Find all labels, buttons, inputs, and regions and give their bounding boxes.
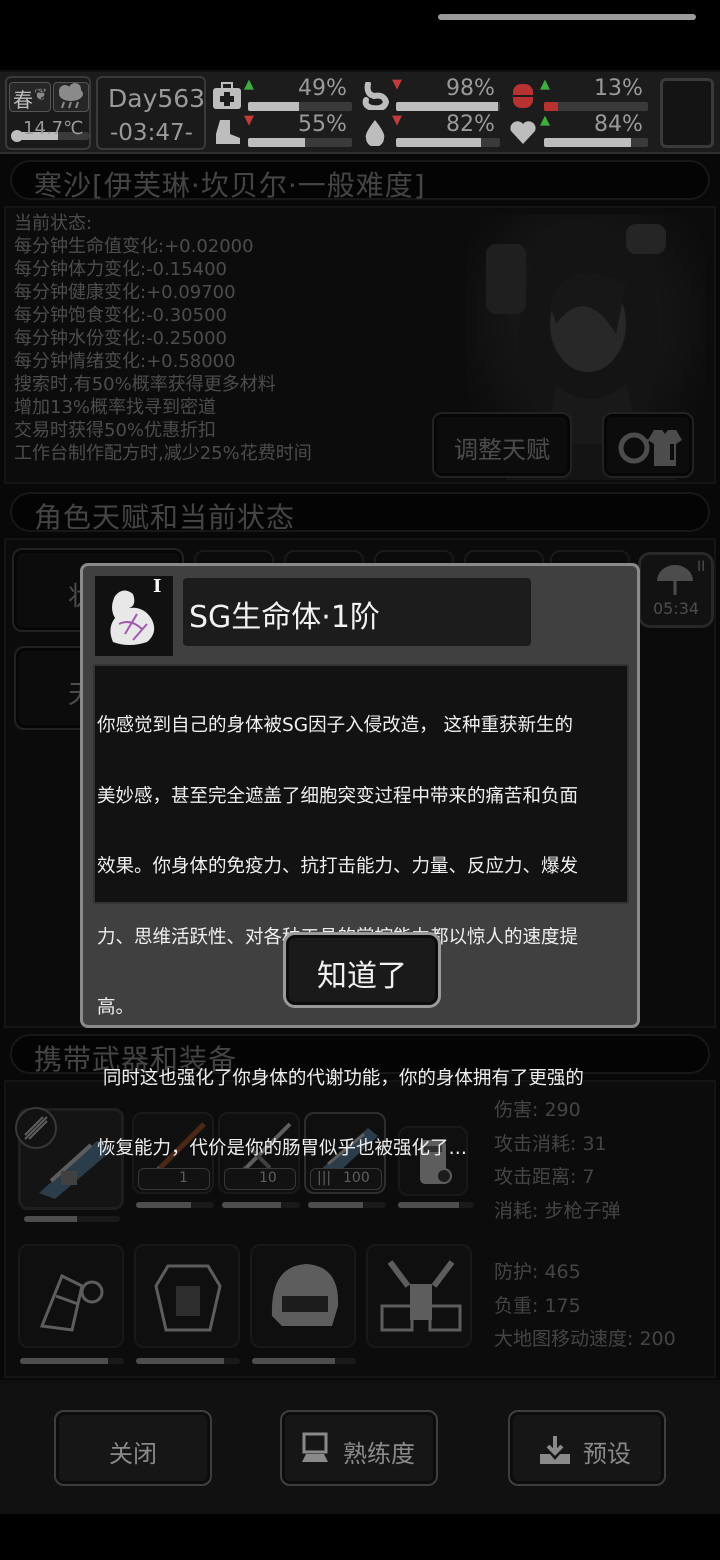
health-pct: 49%	[298, 76, 347, 101]
dialog-line: 同时这也强化了你身体的代谢功能，你的身体拥有了更强的	[97, 1067, 584, 1089]
mood-pct: 84%	[594, 112, 643, 137]
vital-mood: ▲ 84%	[508, 112, 656, 150]
vital-stamina: ▼ 55%	[212, 112, 360, 150]
health-bar	[248, 102, 352, 111]
heart-icon	[510, 121, 536, 144]
dialog-line: 恢复能力，代价是你的肠胃似乎也被强化了…	[97, 1138, 468, 1159]
dialog-title-box: SG生命体·1阶	[183, 578, 531, 646]
tier-badge: I	[153, 576, 162, 597]
close-button[interactable]: 关闭	[54, 1410, 212, 1486]
talent-dialog: I SG生命体·1阶 你感觉到自己的身体被SG因子入侵改造， 这种重获新生的 美…	[80, 563, 640, 1159]
dialog-line: 美妙感，甚至完全遮盖了细胞突变过程中带来的痛苦和负面	[97, 785, 579, 807]
trend-down-icon: ▼	[244, 113, 254, 128]
acknowledge-button[interactable]: 知道了	[283, 932, 441, 1008]
status-slot-button[interactable]	[660, 78, 714, 148]
bottom-bar: 关闭 熟练度 预设	[0, 1384, 720, 1514]
gesture-pill	[438, 14, 696, 20]
talent-icon-box: I	[95, 576, 173, 656]
boot-icon	[216, 120, 240, 144]
dialog-line: 你感觉到自己的身体被SG因子入侵改造， 这种重获新生的	[97, 715, 573, 736]
close-label: 关闭	[109, 1440, 157, 1468]
vital-health: ▲ 49%	[212, 76, 360, 114]
hunger-pct: 98%	[446, 76, 495, 101]
dialog-title: SG生命体·1阶	[189, 600, 380, 635]
preset-label: 预设	[583, 1440, 631, 1468]
proficiency-button[interactable]: 熟练度	[280, 1410, 438, 1486]
infection-pct: 13%	[594, 76, 643, 101]
vitals-grid: ▲ 49% ▼ 98% ▲ 13% ▼ 55% ▼ 82% ▲ 84%	[212, 76, 656, 150]
leaf-icon: ❦	[34, 85, 48, 104]
water-drop-icon	[365, 120, 385, 146]
dialog-line: 效果。你身体的免疫力、抗打击能力、力量、反应力、爆发	[97, 856, 579, 877]
infection-bar	[544, 102, 648, 111]
trend-up-icon: ▲	[244, 77, 254, 92]
season-badge: 春 ❦	[9, 82, 51, 112]
pill-icon	[513, 84, 533, 108]
season-label: 春	[13, 88, 33, 112]
vital-hunger: ▼ 98%	[360, 76, 508, 114]
navigation-bar	[0, 1514, 720, 1560]
trend-up-icon: ▲	[540, 77, 550, 92]
thirst-pct: 82%	[446, 112, 495, 137]
status-bar: 春 ❦ 14.7℃ Day563 -03:47- ▲ 49% ▼ 98% ▲ 1…	[0, 72, 720, 154]
trend-down-icon: ▼	[392, 113, 402, 128]
proficiency-label: 熟练度	[343, 1440, 415, 1468]
stamina-pct: 55%	[298, 112, 347, 137]
clock-time: -03:47-	[110, 120, 193, 146]
trend-up-icon: ▲	[540, 113, 550, 128]
day-time-panel: Day563 -03:47-	[96, 76, 206, 150]
medkit-icon	[213, 82, 241, 109]
thirst-bar	[396, 138, 500, 147]
mood-bar	[544, 138, 648, 147]
preset-button[interactable]: 预设	[508, 1410, 666, 1486]
temperature-value: 14.7℃	[23, 118, 84, 139]
vital-thirst: ▼ 82%	[360, 112, 508, 150]
vital-infection: ▲ 13%	[508, 76, 656, 114]
trend-down-icon: ▼	[392, 77, 402, 92]
hunger-bar	[396, 102, 500, 111]
stomach-icon	[362, 82, 390, 110]
dialog-body: 你感觉到自己的身体被SG因子入侵改造， 这种重获新生的 美妙感，甚至完全遮盖了细…	[93, 664, 629, 1159]
weather-panel: 春 ❦ 14.7℃	[5, 76, 91, 150]
stamina-bar	[248, 138, 352, 147]
rain-cloud-icon	[53, 82, 89, 112]
day-counter: Day563	[108, 84, 206, 113]
system-top-bar	[0, 0, 720, 70]
acknowledge-label: 知道了	[317, 959, 407, 994]
